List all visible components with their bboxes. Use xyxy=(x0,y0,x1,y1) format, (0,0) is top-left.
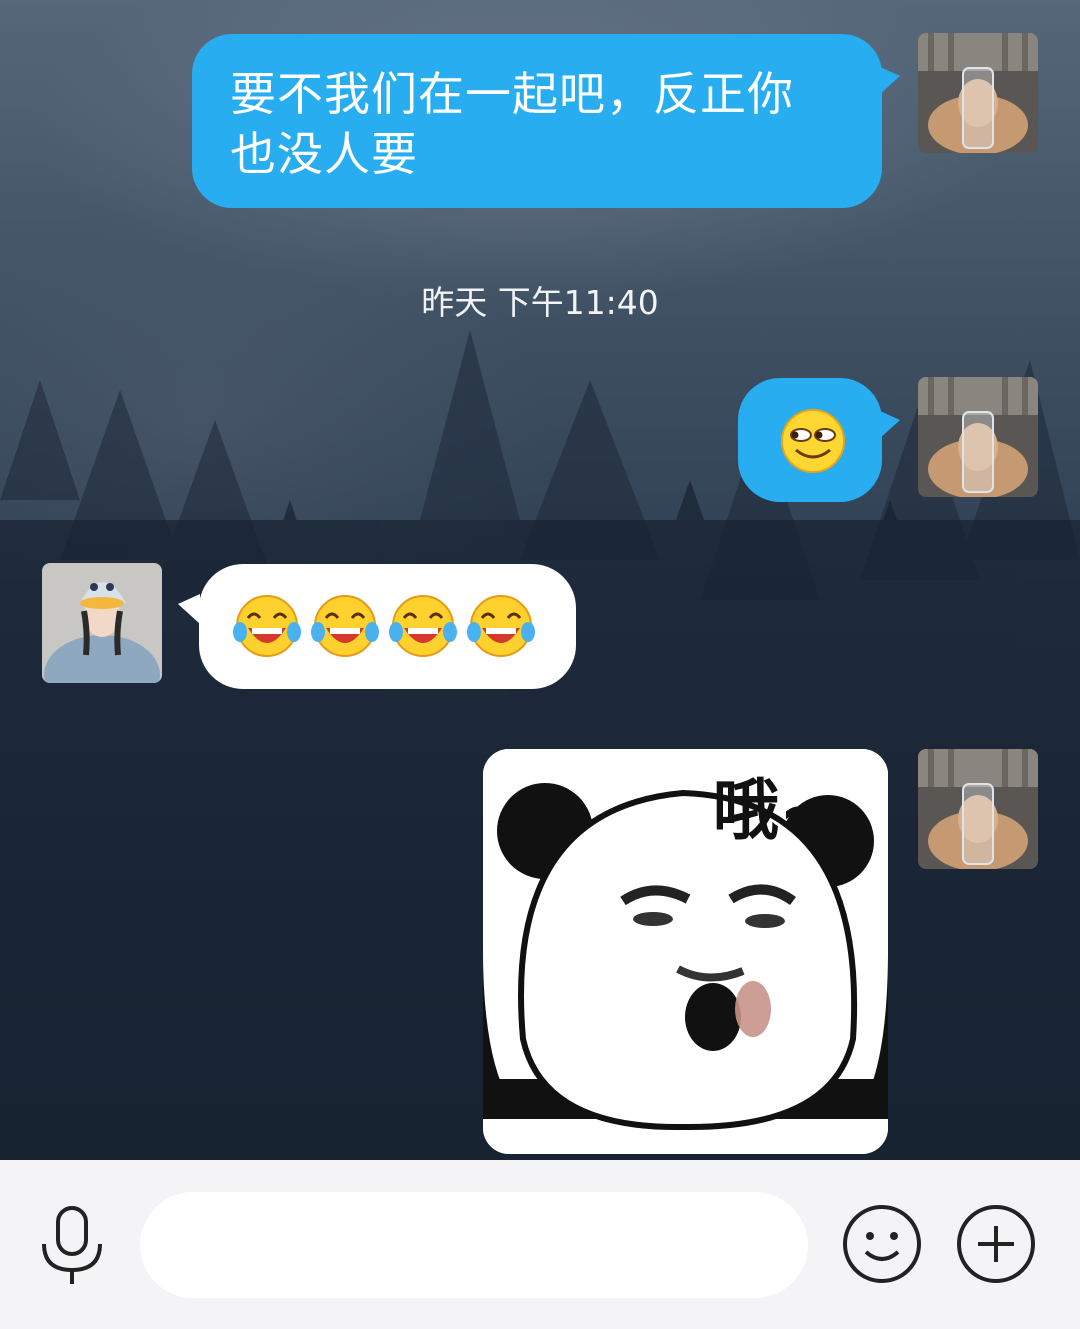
input-bar xyxy=(0,1160,1080,1329)
sticker-caption: 哦~ xyxy=(713,772,835,849)
tears-of-joy-emoji xyxy=(233,595,301,657)
my-avatar[interactable] xyxy=(918,377,1038,497)
message-input[interactable] xyxy=(140,1192,808,1298)
tears-of-joy-emoji xyxy=(467,595,535,657)
message-timestamp: 昨天 下午11:40 xyxy=(421,283,659,322)
tears-of-joy-emoji xyxy=(311,595,379,657)
bubble-tail xyxy=(878,410,900,440)
avatar-image xyxy=(918,377,1038,497)
panda-meme-sticker[interactable]: 哦~ xyxy=(483,749,888,1154)
plus-icon[interactable] xyxy=(956,1204,1036,1284)
smiley-icon[interactable] xyxy=(842,1204,922,1284)
avatar-image xyxy=(42,563,162,683)
my-avatar[interactable] xyxy=(918,749,1038,869)
smirk-emoji xyxy=(781,409,845,473)
tears-of-joy-emoji xyxy=(389,595,457,657)
avatar-image xyxy=(918,749,1038,869)
my-avatar[interactable] xyxy=(918,33,1038,153)
message-text-line: 要不我们在一起吧，反正你 xyxy=(230,67,794,121)
message-text-line: 也没人要 xyxy=(230,127,418,181)
friend-avatar[interactable] xyxy=(42,563,162,683)
bubble-tail xyxy=(878,66,900,96)
microphone-icon[interactable] xyxy=(36,1204,108,1288)
bubble-tail xyxy=(178,594,200,624)
avatar-image xyxy=(918,33,1038,153)
